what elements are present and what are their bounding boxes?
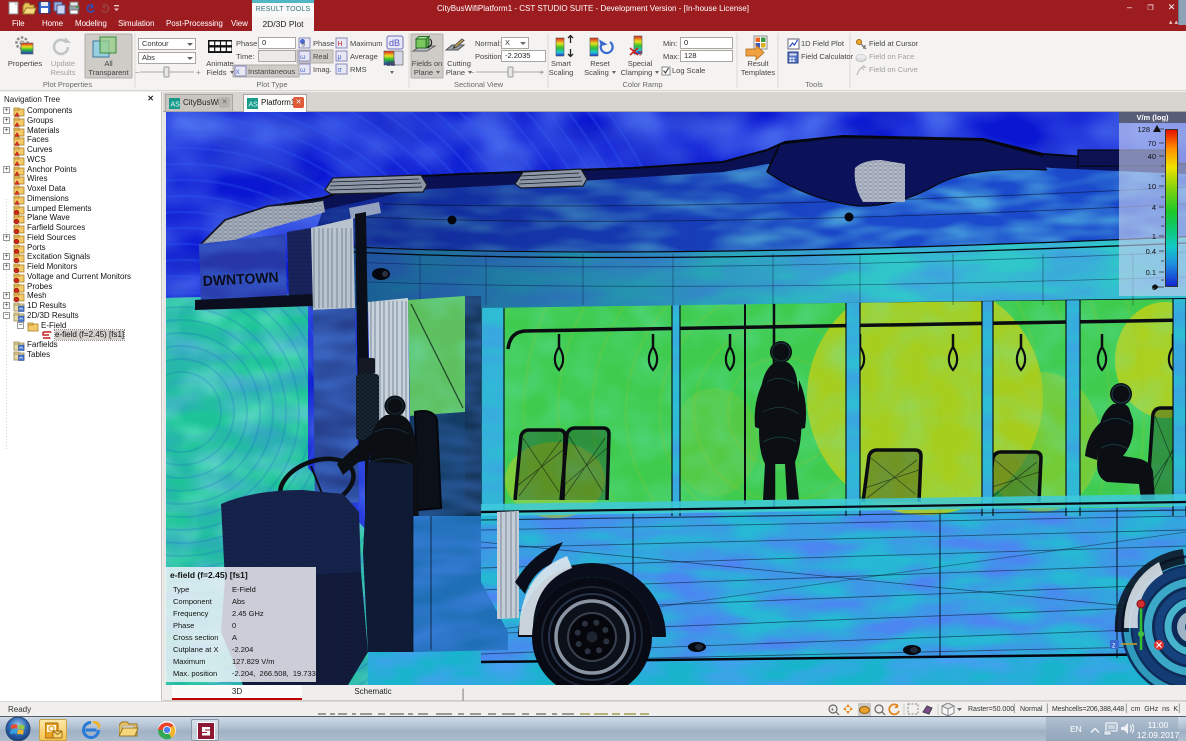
svg-text:0.4: 0.4 (1146, 247, 1156, 256)
svg-text:T: T (638, 51, 643, 58)
svg-text:+: + (831, 708, 835, 714)
svg-text:dB: dB (389, 38, 400, 48)
svg-text:1: 1 (1152, 232, 1156, 241)
svg-text:ω: ω (300, 67, 306, 74)
svg-text:ω: ω (300, 54, 306, 61)
svg-text:−: − (135, 68, 140, 77)
svg-text:0.1: 0.1 (1146, 268, 1156, 277)
svg-text:4: 4 (1152, 203, 1156, 212)
svg-text:9: 9 (302, 43, 305, 49)
svg-text:μ: μ (338, 54, 342, 61)
svg-text:AS: AS (171, 101, 181, 108)
svg-text:σ: σ (338, 67, 343, 74)
svg-text:128: 128 (1137, 125, 1150, 134)
svg-text:AS: AS (249, 101, 259, 108)
svg-text:40: 40 (1148, 152, 1156, 161)
svg-text:H: H (338, 41, 343, 48)
svg-text:10: 10 (1148, 182, 1156, 191)
svg-text:z: z (1112, 643, 1116, 650)
svg-text:70: 70 (1148, 139, 1156, 148)
